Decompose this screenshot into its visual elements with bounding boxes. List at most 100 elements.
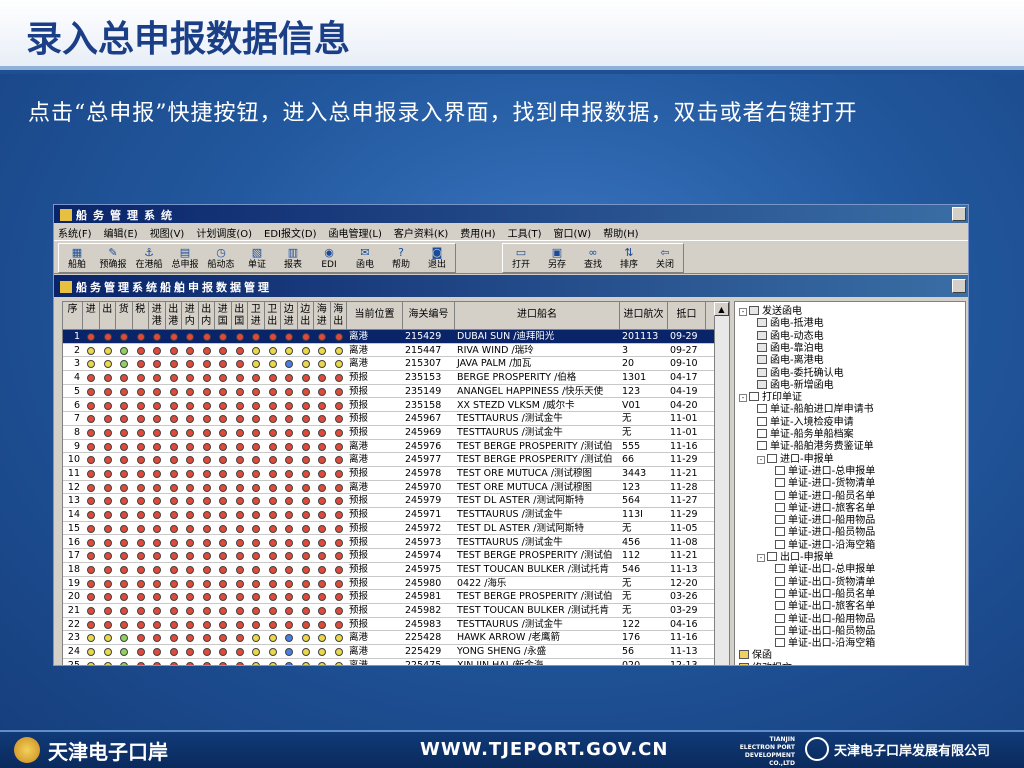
tree-node[interactable]: - 出口-申报单 [757,552,834,564]
tree-node[interactable]: 单证-进口-旅客名单 [775,502,875,515]
tree-node[interactable]: 单证-出口-总申报单 [775,564,875,576]
table-row[interactable]: 3 离港 215307 JAVA PALM /加瓦 20 09-10 [63,357,715,372]
table-row[interactable]: 11 预报 245978 TEST ORE MUTUCA /测试穆图 3443 11-21 [63,467,715,481]
table-row[interactable]: 24 离港 225429 YONG SHENG /永盛 56 11-13 [63,645,715,659]
table-row[interactable]: 25 离港 225475 XIN JIN HAI /新金海 020 12-13 [63,659,715,665]
table-row[interactable]: 16 预报 245973 TESTTAURUS /测试金牛 456 11-08 [63,536,715,550]
tree-node[interactable]: 函电-委托确认电 [757,367,844,380]
toolbar-button-10[interactable]: ◙ 退出 [419,244,455,272]
menu-item[interactable]: 函电管理(L) [329,229,382,240]
tree-node[interactable]: 单证-出口-船用物品 [775,613,875,626]
tree-node[interactable]: - 打印单证 [739,392,802,404]
tree-node[interactable]: 单证-船舶港务费鉴证单 [757,441,874,453]
header-voyage[interactable]: 进口航次 [620,302,668,330]
expand-toggle-icon[interactable]: - [757,455,765,464]
toolbar-button-3[interactable]: ▤ 总申报 [167,244,203,272]
menu-item[interactable]: 计划调度(O) [196,229,252,240]
tree-node[interactable]: - 发送函电 [739,306,802,318]
toolbar-button-0[interactable]: ▦ 船舶 [59,244,95,272]
table-row[interactable]: 14 预报 245971 TESTTAURUS /测试金牛 113I 11-29 [63,508,715,522]
header-customs_no[interactable]: 海关编号 [403,302,455,330]
table-row[interactable]: 21 预报 245982 TEST TOUCAN BULKER /测试托肯 无 03-29 [63,604,715,618]
toolbar-button-7[interactable]: ◉ EDI [311,244,347,272]
table-row[interactable]: 20 预报 245981 TEST BERGE PROSPERITY /测试伯无 03-… [63,590,715,604]
table-row[interactable]: 6 预报 235158 XX STEZD VLKSM /威尔卡 V01 04-20 [63,399,715,413]
toolbar-button-4[interactable]: ⇦ 关闭 [647,244,683,272]
tree-node[interactable]: 单证-进口-船员名单 [775,490,875,503]
tree-node[interactable]: 函电-动态电 [757,330,824,343]
tree-node[interactable]: 单证-出口-旅客名单 [775,601,875,613]
tree-node[interactable]: 单证-进口-沿海空箱 [775,539,875,552]
menu-item[interactable]: 系统(F) [58,229,92,240]
menu-item[interactable]: 编辑(E) [104,229,138,240]
menu-item[interactable]: 费用(H) [460,229,495,240]
tree-node[interactable]: 单证-进口-总申报单 [775,465,875,478]
tree-node[interactable]: - 进口-申报单 [757,453,834,466]
table-row[interactable]: 7 预报 245967 TESTTAURUS /测试金牛 无 11-01 [63,412,715,426]
tree-node[interactable]: 单证-出口-船员物品 [775,625,875,638]
table-row[interactable]: 18 预报 245975 TEST TOUCAN BULKER /测试托肯 546 11-… [63,563,715,577]
table-row[interactable]: 17 预报 245974 TEST BERGE PROSPERITY /测试伯 112 1… [63,549,715,563]
header-arrive[interactable]: 抵口 [668,302,706,330]
tree-node[interactable]: 函电-抵港电 [757,318,824,330]
toolbar-button-2[interactable]: ⚓ 在港船 [131,244,167,272]
toolbar-button-8[interactable]: ✉ 函电 [347,244,383,272]
expand-toggle-icon[interactable]: - [739,308,747,316]
menu-item[interactable]: 窗口(W) [554,229,592,240]
table-row[interactable]: 9 离港 245976 TEST BERGE PROSPERITY /测试伯 555 11… [63,440,715,454]
toolbar-button-1[interactable]: ▣ 另存 [539,244,575,272]
table-row[interactable]: 8 预报 245969 TESTTAURUS /测试金牛 无 11-01 [63,426,715,440]
table-row[interactable]: 23 离港 225428 HAWK ARROW /老鹰箭 176 11-16 [63,631,715,646]
tree-node[interactable]: 单证-船务单船档案 [757,429,854,441]
tree-node[interactable]: 单证-出口-船员名单 [775,588,875,601]
subwindow-close-button[interactable] [952,279,966,293]
toolbar-button-2[interactable]: ∞ 查找 [575,244,611,272]
tree-node[interactable]: 单证-出口-沿海空箱 [775,638,875,650]
tree-node[interactable]: 单证-进口-船用物品 [775,515,875,527]
toolbar-button-4[interactable]: ◷ 船动态 [203,244,239,272]
table-row[interactable]: 22 预报 245983 TESTTAURUS /测试金牛 122 04-16 [63,618,715,632]
table-row[interactable]: 15 预报 245972 TEST DL ASTER /测试阿斯特 无 11-05 [63,522,715,536]
app-close-button[interactable] [952,207,966,221]
toolbar-button-5[interactable]: ▧ 单证 [239,244,275,272]
table-row[interactable]: 10 离港 245977 TEST BERGE PROSPERITY /测试伯 66 11… [63,453,715,467]
envelope-icon [757,342,767,352]
table-row[interactable]: 12 离港 245970 TEST ORE MUTUCA /测试穆图 123 11-28 [63,481,715,495]
toolbar-button-1[interactable]: ✎ 预确报 [95,244,131,272]
scroll-up-arrow-icon[interactable]: ▲ [714,302,729,316]
table-row[interactable]: 1 离港 215429 DUBAI SUN /迪拜阳光 201113 09-29 [63,330,715,344]
menu-item[interactable]: EDI报文(D) [264,229,316,240]
menu-item[interactable]: 视图(V) [150,229,185,240]
menu-item[interactable]: 工具(T) [508,229,542,240]
toolbar-button-3[interactable]: ⇅ 排序 [611,244,647,272]
menu-item[interactable]: 客户资料(K) [394,229,448,240]
table-row[interactable]: 13 预报 245979 TEST DL ASTER /测试阿斯特 564 11-27 [63,494,715,509]
tree-node[interactable]: 函电-离港电 [757,355,824,367]
tree-node[interactable]: 单证-进口-船员物品 [775,527,875,539]
header-ship_name[interactable]: 进口船名 [455,302,620,330]
tree-node[interactable]: 函电-靠泊电 [757,342,824,355]
toolbar-button-0[interactable]: ▭ 打开 [503,244,539,272]
toolbar-button-6[interactable]: ▥ 报表 [275,244,311,272]
toolbar-button-9[interactable]: ? 帮助 [383,244,419,272]
tree-node[interactable]: 单证-出口-货物清单 [775,576,875,589]
tree-node[interactable]: 单证-进口-货物清单 [775,478,875,490]
declaration-grid[interactable]: 序进出货税进港 出港 进内 出内 进国 出国 卫进 卫出 边进 边出 海进 海出 当前位置 海关编号 进口船… [62,301,730,665]
table-row[interactable]: 5 预报 235149 ANANGEL HAPPINESS /快乐天使 123 04-19 [63,385,715,399]
expand-toggle-icon[interactable]: - [757,554,765,562]
tree-node[interactable]: 单证-船舶进口岸申请书 [757,404,874,416]
tree-node[interactable]: 单证-入境检疫申请 [757,416,854,429]
footer-url[interactable]: WWW.TJEPORT.GOV.CN [420,739,668,760]
tree-node[interactable]: 函电-新增函电 [757,379,834,392]
menu-item[interactable]: 帮助(H) [603,229,638,240]
expand-toggle-icon[interactable]: - [739,394,747,403]
function-tree[interactable]: - 发送函电 函电-抵港电 函电-动态电 函电-靠泊电 函电-离港电 函电-委托确认电 函电-… [734,301,966,665]
tree-node[interactable]: 修改报文 [739,662,792,665]
table-row[interactable]: 2 离港 215447 RIVA WIND /瑞玲 3 09-27 [63,344,715,358]
header-status[interactable]: 当前位置 [347,302,403,330]
table-row[interactable]: 4 预报 235153 BERGE PROSPERITY /伯格 1301 04-17 [63,371,715,385]
table-row[interactable]: 19 预报 245980 0422 /海乐 无 12-20 [63,577,715,591]
tree-node[interactable]: 保函 [739,650,772,662]
status-dot-icon [219,538,227,547]
grid-vertical-scrollbar[interactable]: ▲ [714,302,729,665]
